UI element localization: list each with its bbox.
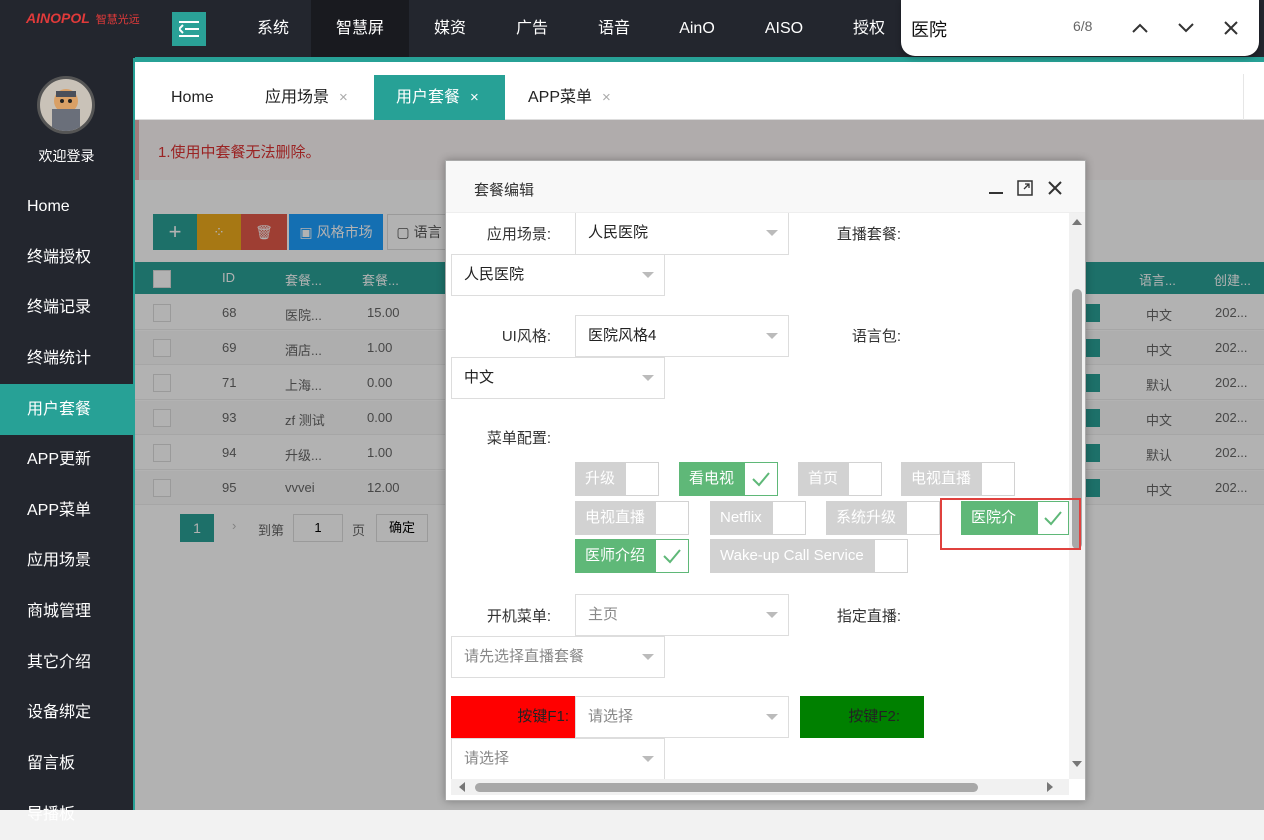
- tab-bar: Home 应用场景 × 用户套餐 × APP菜单 ×: [135, 62, 1264, 120]
- nav-smart-screen[interactable]: 智慧屏: [311, 0, 409, 58]
- scroll-up-icon[interactable]: [1072, 219, 1082, 225]
- sidebar-item-terminal-stats[interactable]: 终端统计: [0, 333, 133, 384]
- key-f1-label: 按键F1:: [451, 696, 575, 738]
- key-f1-select[interactable]: 请选择: [575, 696, 789, 738]
- scroll-right-icon[interactable]: [1047, 782, 1053, 792]
- menu-checkbox-doctor-intro[interactable]: 医师介绍: [575, 539, 690, 573]
- dropdown-caret-icon: [642, 654, 654, 660]
- live-package-select[interactable]: 人民医院: [451, 254, 665, 296]
- search-highlight-box: [940, 498, 1081, 550]
- dropdown-caret-icon: [766, 612, 778, 618]
- sidebar-item-mall[interactable]: 商城管理: [0, 586, 133, 637]
- lang-pack-select[interactable]: 中文: [451, 357, 665, 399]
- sidebar-item-home[interactable]: Home: [0, 181, 133, 232]
- menu-checkbox-tv-live[interactable]: 电视直播: [901, 462, 1016, 496]
- boot-menu-select[interactable]: 主页: [575, 594, 789, 636]
- tab-user-package[interactable]: 用户套餐 ×: [374, 75, 505, 120]
- close-icon[interactable]: [1045, 178, 1065, 198]
- sidebar-item-app-menu[interactable]: APP菜单: [0, 485, 133, 536]
- find-prev-icon[interactable]: [1126, 14, 1154, 42]
- menu-checkbox-wakeup-call[interactable]: Wake-up Call Service: [710, 539, 908, 573]
- nav-system[interactable]: 系统: [235, 0, 311, 58]
- horizontal-scroll-thumb[interactable]: [475, 783, 978, 792]
- sidebar-item-user-package[interactable]: 用户套餐: [0, 384, 133, 435]
- maximize-icon[interactable]: [1015, 178, 1035, 198]
- find-close-icon[interactable]: [1217, 14, 1245, 42]
- check-icon: [752, 472, 770, 487]
- menu-checkbox-tv-live-2[interactable]: 电视直播: [575, 501, 690, 535]
- dropdown-caret-icon: [766, 230, 778, 236]
- ui-style-label: UI风格:: [501, 328, 551, 345]
- close-icon[interactable]: ×: [470, 89, 479, 106]
- sidebar-item-terminal-auth[interactable]: 终端授权: [0, 232, 133, 283]
- find-bar: 医院 6/8: [901, 0, 1259, 56]
- nav-media[interactable]: 媒资: [409, 0, 491, 58]
- nav-license[interactable]: 授权: [829, 0, 909, 58]
- find-count: 6/8: [1073, 18, 1093, 34]
- check-icon: [663, 549, 681, 564]
- nav-aiso[interactable]: AISO: [739, 0, 829, 58]
- scene-label: 应用场景:: [486, 226, 551, 243]
- menu-checkbox-upgrade[interactable]: 升级: [575, 462, 660, 496]
- brand-logo: AINOPOL 智慧光远: [26, 10, 140, 26]
- boot-menu-label: 开机菜单:: [486, 608, 551, 625]
- scroll-down-icon[interactable]: [1072, 761, 1082, 767]
- tab-app-menu[interactable]: APP菜单 ×: [528, 75, 628, 120]
- menu-checkbox-netflix[interactable]: Netflix: [710, 501, 806, 535]
- lang-pack-label: 语言包:: [851, 328, 901, 345]
- find-input[interactable]: 医院: [911, 16, 947, 42]
- dialog-body: 应用场景: 人民医院 直播套餐: 人民医院 UI风格: 医院风格4 语言包: 中…: [451, 213, 1069, 779]
- sidebar-item-director[interactable]: 导播板: [0, 789, 133, 840]
- menu-checkbox-home[interactable]: 首页: [798, 462, 883, 496]
- dialog-header: 套餐编辑: [446, 161, 1085, 213]
- nav-aino[interactable]: AinO: [655, 0, 739, 58]
- sidebar: 欢迎登录 Home 终端授权 终端记录 终端统计 用户套餐 APP更新 APP菜…: [0, 58, 133, 823]
- dropdown-caret-icon: [642, 272, 654, 278]
- package-edit-dialog: 套餐编辑 应用场景: 人民医院 直播套餐: 人民医院 UI风格: 医院风格4 语…: [445, 160, 1086, 801]
- scroll-left-icon[interactable]: [459, 782, 465, 792]
- tab-home[interactable]: Home: [171, 75, 251, 120]
- sidebar-item-terminal-log[interactable]: 终端记录: [0, 282, 133, 333]
- assign-live-select[interactable]: 请先选择直播套餐: [451, 636, 665, 678]
- sidebar-item-device-bind[interactable]: 设备绑定: [0, 687, 133, 738]
- assign-live-label: 指定直播:: [836, 608, 901, 625]
- find-next-icon[interactable]: [1172, 14, 1200, 42]
- sidebar-item-message-board[interactable]: 留言板: [0, 738, 133, 789]
- horizontal-scrollbar[interactable]: [451, 779, 1069, 795]
- vertical-scrollbar[interactable]: [1069, 213, 1085, 779]
- tab-divider: [1243, 74, 1244, 120]
- dialog-title: 套餐编辑: [474, 182, 535, 199]
- key-f2-label: 按键F2:: [800, 696, 924, 738]
- sidebar-item-app-update[interactable]: APP更新: [0, 434, 133, 485]
- avatar: [37, 76, 95, 134]
- sidebar-item-scene[interactable]: 应用场景: [0, 535, 133, 586]
- tab-scene[interactable]: 应用场景 ×: [265, 75, 365, 120]
- dropdown-caret-icon: [766, 714, 778, 720]
- sidebar-item-other-intro[interactable]: 其它介绍: [0, 637, 133, 688]
- dropdown-caret-icon: [642, 375, 654, 381]
- close-icon[interactable]: ×: [602, 89, 611, 106]
- nav-voice[interactable]: 语音: [573, 0, 655, 58]
- dropdown-caret-icon: [766, 333, 778, 339]
- live-package-label: 直播套餐:: [836, 226, 901, 243]
- menu-checkbox-system-upgrade[interactable]: 系统升级: [826, 501, 941, 535]
- ui-style-select[interactable]: 医院风格4: [575, 315, 789, 357]
- nav-ads[interactable]: 广告: [491, 0, 573, 58]
- key-f2-select[interactable]: 请选择: [451, 738, 665, 779]
- menu-config-label: 菜单配置:: [486, 430, 551, 447]
- scene-select[interactable]: 人民医院: [575, 213, 789, 255]
- menu-toggle-icon[interactable]: [172, 12, 206, 46]
- welcome-text: 欢迎登录: [38, 148, 95, 164]
- close-icon[interactable]: ×: [339, 89, 348, 106]
- minimize-icon[interactable]: [986, 178, 1006, 198]
- menu-checkbox-watch-tv[interactable]: 看电视: [679, 462, 779, 496]
- dropdown-caret-icon: [642, 756, 654, 762]
